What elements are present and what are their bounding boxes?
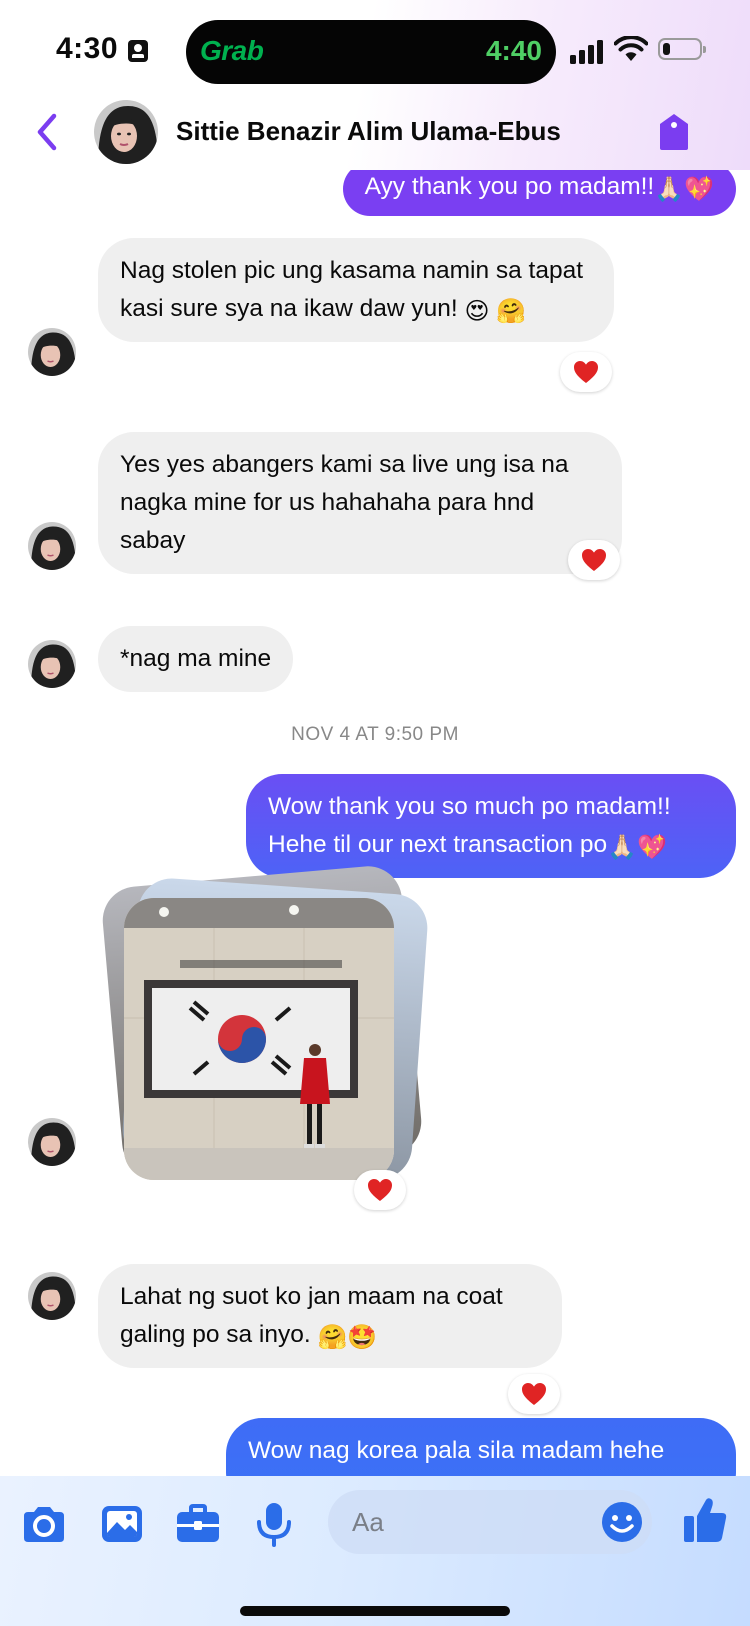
message-text: Lahat ng suot ko jan maam na coat galing… [120, 1283, 503, 1348]
gallery-icon[interactable] [98, 1500, 146, 1548]
message-emoji: 🙏🏻💖 [654, 176, 714, 203]
status-time: 4:30 [56, 32, 119, 65]
island-eta: 4:40 [485, 35, 542, 66]
briefcase-icon[interactable] [174, 1500, 222, 1548]
timestamp: NOV 4 AT 9:50 PM [291, 724, 459, 745]
contact-name[interactable]: Sittie Benazir Alim Ulama-Ebus [176, 116, 561, 147]
composer-bar [0, 1476, 750, 1626]
message-emoji: 🙏🏻💖 [607, 834, 667, 861]
heart-icon [582, 549, 606, 571]
camera-icon[interactable] [20, 1500, 68, 1548]
message-text: Wow nag korea pala sila madam hehe [248, 1437, 665, 1464]
heart-icon [522, 1383, 546, 1405]
outgoing-message[interactable]: Wow thank you so much po madam!! Hehe ti… [246, 774, 736, 878]
battery-icon [658, 38, 706, 60]
message-emoji: 🤗🤩 [317, 1324, 378, 1351]
home-indicator [240, 1606, 510, 1616]
message-text: Yes yes abangers kami sa live ung isa na… [120, 451, 569, 554]
island-app-name: Grab [200, 35, 264, 66]
microphone-icon[interactable] [250, 1500, 298, 1548]
emoji-icon[interactable] [600, 1500, 644, 1544]
avatar[interactable] [28, 1272, 76, 1320]
heart-reaction[interactable] [560, 352, 612, 392]
incoming-message[interactable]: *nag ma mine [98, 626, 294, 692]
incoming-message[interactable]: Nag stolen pic ung kasama namin sa tapat… [98, 238, 614, 342]
heart-icon [574, 361, 598, 383]
cellular-signal-icon [570, 38, 608, 64]
dynamic-island[interactable]: Grab 4:40 [186, 20, 556, 84]
message-text: *nag ma mine [120, 645, 272, 672]
avatar[interactable] [28, 640, 76, 688]
message-list[interactable]: Ayy thank you po madam!!🙏🏻💖 Nag stolen p… [0, 170, 750, 1476]
heart-reaction[interactable] [354, 1170, 406, 1210]
status-bar: 4:30 Grab 4:40 [0, 0, 750, 90]
incoming-message[interactable]: Yes yes abangers kami sa live ung isa na… [98, 432, 622, 574]
heart-reaction[interactable] [568, 540, 620, 580]
avatar[interactable] [28, 522, 76, 570]
avatar[interactable] [28, 328, 76, 376]
back-icon[interactable] [30, 110, 66, 154]
message-text: Ayy thank you po madam!! [364, 173, 655, 200]
contact-card-icon [128, 40, 148, 62]
photo-stack[interactable] [96, 863, 436, 1190]
avatar[interactable] [28, 1118, 76, 1166]
wifi-icon [614, 36, 648, 61]
heart-icon [368, 1179, 392, 1201]
avatar[interactable] [94, 100, 158, 164]
message-emoji: 😍 🤗 [464, 298, 527, 325]
outgoing-message[interactable]: Ayy thank you po madam!!🙏🏻💖 [342, 170, 736, 216]
photo[interactable] [124, 898, 394, 1180]
incoming-message[interactable]: Lahat ng suot ko jan maam na coat galing… [98, 1264, 562, 1368]
tag-icon[interactable] [656, 110, 692, 154]
heart-reaction[interactable] [508, 1374, 560, 1414]
thumbs-up-icon[interactable] [682, 1496, 728, 1544]
outgoing-message[interactable]: Wow nag korea pala sila madam hehe [226, 1418, 736, 1476]
